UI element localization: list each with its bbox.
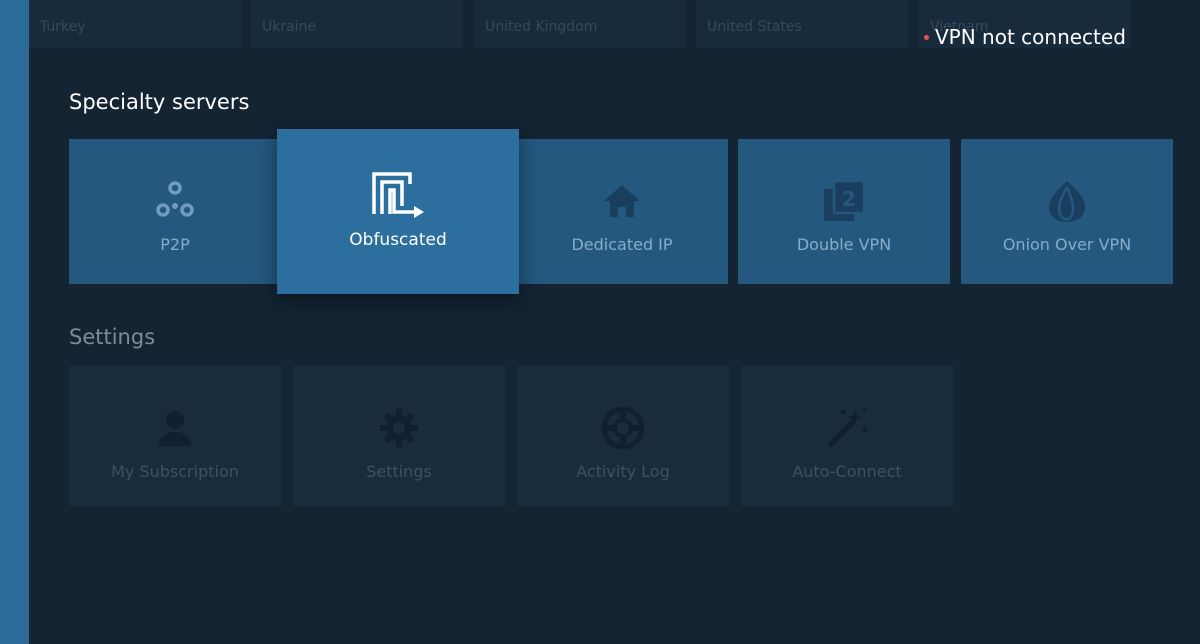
status-text: VPN not connected <box>935 25 1126 49</box>
home-icon <box>600 179 644 223</box>
country-label: United States <box>707 19 802 35</box>
double-vpn-icon: 2 <box>822 179 866 223</box>
tile-label: P2P <box>160 235 190 254</box>
tile-dedicated-ip[interactable]: Dedicated IP <box>516 139 728 284</box>
status-dot-icon <box>924 34 929 40</box>
tile-onion-over-vpn[interactable]: Onion Over VPN <box>961 139 1173 284</box>
lifebuoy-icon <box>601 406 645 450</box>
tile-label: Dedicated IP <box>571 235 673 254</box>
obfuscated-icon <box>370 172 426 218</box>
tile-label: Double VPN <box>796 235 892 254</box>
tile-settings[interactable]: Settings <box>293 366 505 506</box>
country-label: United Kingdom <box>485 19 598 35</box>
side-rail <box>0 0 29 644</box>
connection-status: VPN not connected <box>924 25 1126 49</box>
onion-icon <box>1045 179 1089 223</box>
tile-label: Settings <box>366 462 432 481</box>
tile-obfuscated[interactable]: Obfuscated <box>277 129 519 294</box>
country-label: Ukraine <box>262 19 317 35</box>
country-tile[interactable]: Ukraine <box>251 0 463 48</box>
tile-double-vpn[interactable]: 2 Double VPN <box>738 139 950 284</box>
specialty-servers-title: Specialty servers <box>69 90 250 114</box>
tile-p2p[interactable]: P2P <box>69 139 281 284</box>
p2p-icon <box>153 179 197 223</box>
tile-label: Obfuscated <box>349 230 447 250</box>
country-tile[interactable]: Turkey <box>29 0 241 48</box>
tile-label: Activity Log <box>576 462 670 481</box>
gear-icon <box>378 406 420 450</box>
settings-section-title: Settings <box>69 325 156 349</box>
tile-label: Auto-Connect <box>792 462 902 481</box>
tile-auto-connect[interactable]: Auto-Connect <box>741 366 953 506</box>
magic-wand-icon <box>825 406 869 450</box>
svg-text:2: 2 <box>842 187 856 211</box>
user-icon <box>155 406 195 450</box>
country-tile[interactable]: United Kingdom <box>474 0 686 48</box>
tile-my-subscription[interactable]: My Subscription <box>69 366 281 506</box>
tile-activity-log[interactable]: Activity Log <box>517 366 729 506</box>
country-tile[interactable]: United States <box>696 0 908 48</box>
country-label: Turkey <box>40 19 86 35</box>
tile-label: My Subscription <box>111 462 239 481</box>
tile-label: Onion Over VPN <box>1002 235 1132 254</box>
